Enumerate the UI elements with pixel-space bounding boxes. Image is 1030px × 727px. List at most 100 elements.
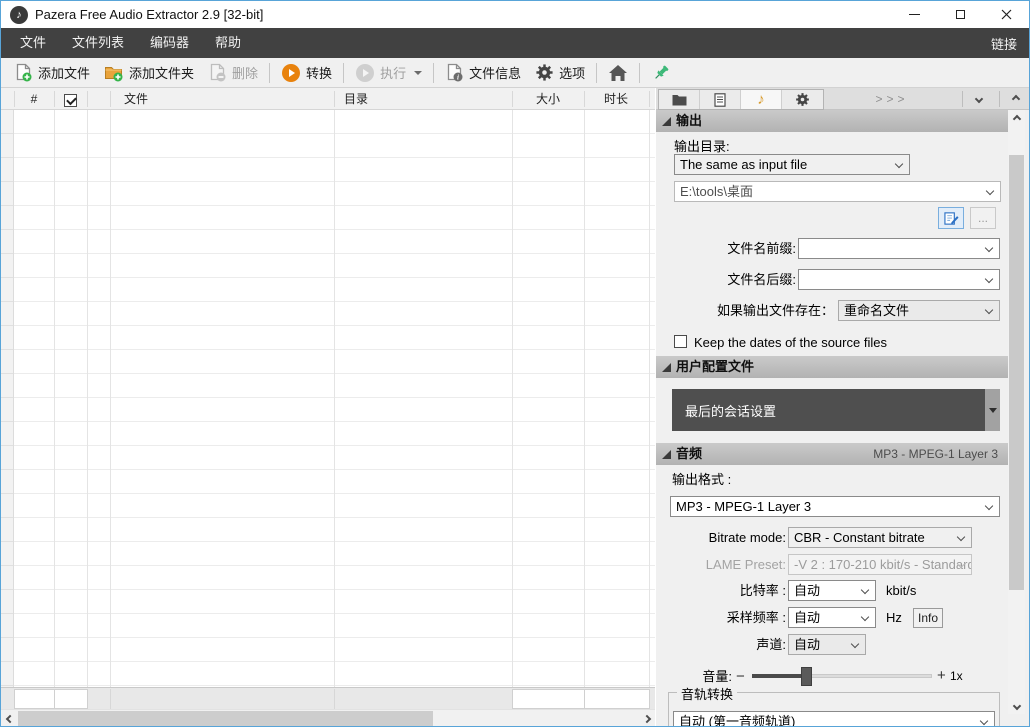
folder-icon [672,94,687,106]
column-header-size[interactable]: 大小 [512,88,584,110]
output-dir-mode-select[interactable]: The same as input file [674,154,910,175]
profile-dropdown-arrow[interactable] [985,389,1000,431]
file-table-body[interactable] [1,110,655,687]
section-header-output[interactable]: 输出 [656,110,1008,132]
maximize-button[interactable] [937,1,983,28]
sample-rate-select[interactable]: 自动 [788,607,876,628]
panel-scroll-thumb[interactable] [1009,155,1024,590]
remove-button[interactable]: 删除 [201,60,265,86]
home-button[interactable] [601,60,635,86]
output-format-select[interactable]: MP3 - MPEG-1 Layer 3 [670,496,1000,517]
column-header-index[interactable]: # [14,88,54,110]
audio-format-badge: MP3 - MPEG-1 Layer 3 [873,443,998,465]
music-note-icon: ♪ [757,92,765,107]
close-button[interactable] [983,1,1029,28]
convert-label: 转换 [306,63,332,82]
options-label: 选项 [559,63,585,82]
edit-path-button[interactable] [938,207,964,229]
execute-dropdown-caret[interactable] [414,71,422,75]
file-table-header: # 文件 目录 大小 时长 [1,88,655,110]
audio-track-group-label: 音轨转换 [677,684,737,703]
column-header-duration[interactable]: 时长 [584,88,648,110]
horizontal-scroll-thumb[interactable] [18,711,433,726]
toolbar-divider [433,63,434,83]
filename-prefix-combo[interactable] [798,238,1000,259]
volume-slider-handle[interactable] [801,667,812,686]
filename-prefix-label: 文件名前缀: [674,238,796,259]
file-list-pane: # 文件 目录 大小 时长 [1,88,655,726]
toolbar-divider [639,63,640,83]
menu-help[interactable]: 帮助 [202,28,254,58]
column-header-file[interactable]: 文件 [124,88,148,110]
panel-scroll-up-arrow[interactable] [1008,110,1025,127]
pin-button[interactable] [644,60,678,86]
horizontal-scrollbar[interactable] [1,709,655,726]
sample-rate-unit-label: Hz [886,607,902,628]
bitrate-label: 比特率 : [674,580,786,601]
scroll-right-arrow[interactable] [638,710,655,727]
add-file-icon [14,63,33,82]
section-header-profiles[interactable]: 用户配置文件 [656,356,1008,378]
section-expand-icon [662,117,671,126]
tab-overflow-button[interactable]: >>> [852,88,932,110]
audio-track-groupbox: 音轨转换 自动 (第一音频轨道) [668,692,1000,726]
execute-play-icon [355,63,375,83]
remove-file-icon [208,63,227,82]
menu-file[interactable]: 文件 [7,28,59,58]
chevron-right-icon [642,714,650,722]
channels-select[interactable]: 自动 [788,634,866,655]
bitrate-select[interactable]: 自动 [788,580,876,601]
output-format-label: 输出格式 : [672,469,731,490]
output-dir-path-combo[interactable]: E:\tools\桌面 [674,181,1001,202]
window-title: Pazera Free Audio Extractor 2.9 [32-bit] [35,1,263,28]
menu-encoders[interactable]: 编码器 [137,28,202,58]
browse-folder-button[interactable]: ... [970,207,996,229]
add-files-button[interactable]: 添加文件 [7,60,97,86]
volume-increase-button[interactable]: + [937,668,946,684]
panel-expand-button[interactable] [966,88,992,110]
section-header-audio[interactable]: 音频 MP3 - MPEG-1 Layer 3 [656,443,1008,465]
menu-file-list[interactable]: 文件列表 [59,28,137,58]
file-info-label: 文件信息 [469,63,521,82]
gear-icon [535,63,554,82]
menu-links[interactable]: 链接 [991,34,1017,53]
panel-scroll-down-arrow[interactable] [1008,697,1025,714]
keep-dates-checkbox[interactable] [674,335,687,353]
file-info-button[interactable]: i 文件信息 [438,60,528,86]
panel-tab-group: ♪ [658,89,824,110]
panel-collapse-button[interactable] [1003,88,1029,110]
summary-row [1,687,655,709]
select-all-checkbox[interactable] [64,94,77,107]
lame-preset-select[interactable]: -V 2 : 170-210 kbit/s - Standard [788,554,972,575]
volume-decrease-button[interactable]: − [736,669,745,685]
add-folder-button[interactable]: 添加文件夹 [97,60,201,86]
execute-button[interactable]: 执行 [348,60,429,86]
convert-button[interactable]: 转换 [274,60,339,86]
profile-dropdown[interactable]: 最后的会话设置 [672,389,1000,431]
if-output-exists-select[interactable]: 重命名文件 [838,300,1000,321]
options-button[interactable]: 选项 [528,60,592,86]
remove-label: 删除 [232,63,258,82]
info-button[interactable]: Info [913,608,943,628]
filename-suffix-combo[interactable] [798,269,1000,290]
tab-file-info[interactable] [700,90,741,109]
tab-output-folder[interactable] [659,90,700,109]
scroll-left-arrow[interactable] [1,710,18,727]
column-header-directory[interactable]: 目录 [344,88,368,110]
volume-value: 1x [950,666,963,687]
svg-text:i: i [457,74,459,82]
section-audio-label: 音频 [676,446,702,461]
toolbar-divider [596,63,597,83]
panel-vertical-scrollbar[interactable] [1008,110,1025,714]
document-icon [714,93,726,107]
audio-track-select[interactable]: 自动 (第一音频轨道) [673,711,995,726]
toolbar: 添加文件 添加文件夹 删除 转 [1,58,1029,88]
tab-advanced-options[interactable] [782,90,823,109]
tab-audio-settings[interactable]: ♪ [741,90,782,109]
minimize-button[interactable] [891,1,937,28]
section-output-label: 输出 [676,113,702,128]
section-expand-icon [662,450,671,459]
profile-selected-value: 最后的会话设置 [672,389,985,431]
chevron-down-icon [1012,701,1020,709]
bitrate-mode-select[interactable]: CBR - Constant bitrate [788,527,972,548]
